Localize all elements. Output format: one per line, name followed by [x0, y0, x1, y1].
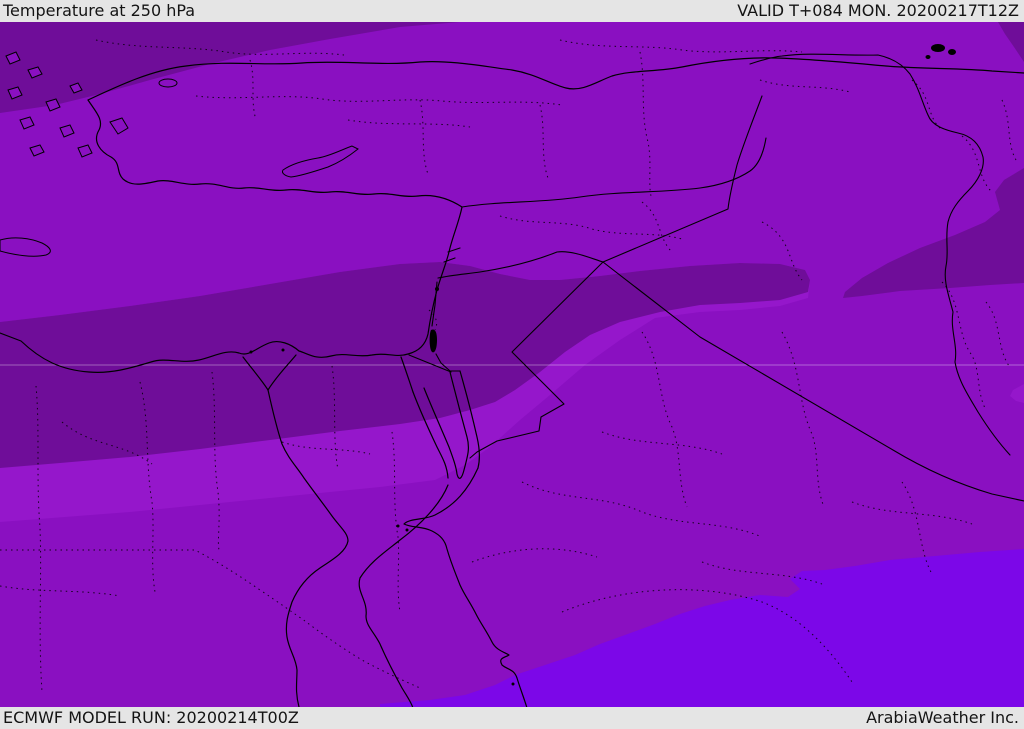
map-title: Temperature at 250 hPa — [3, 1, 196, 20]
lake-sevan — [925, 55, 931, 59]
map-canvas — [0, 22, 1024, 709]
delta-lagoon — [281, 348, 285, 352]
delta-lagoon — [249, 350, 253, 354]
sea-of-galilee — [435, 287, 439, 291]
tiran-island — [396, 524, 400, 528]
weather-map-screenshot: Temperature at 250 hPa VALID T+084 MON. … — [0, 0, 1024, 729]
provider-credit: ArabiaWeather Inc. — [866, 708, 1019, 727]
lake-van — [931, 44, 945, 52]
footer-bar: ECMWF MODEL RUN: 20200214T00Z ArabiaWeat… — [0, 707, 1024, 729]
valid-time-label: VALID T+084 MON. 20200217T12Z — [737, 1, 1019, 20]
tiran-island — [405, 528, 409, 532]
model-run-label: ECMWF MODEL RUN: 20200214T00Z — [3, 708, 299, 727]
lake-urmia — [948, 49, 956, 55]
header-bar: Temperature at 250 hPa VALID T+084 MON. … — [0, 0, 1024, 22]
dead-sea — [429, 329, 437, 353]
red-sea-island — [511, 682, 515, 686]
marmara-sea — [158, 78, 178, 88]
